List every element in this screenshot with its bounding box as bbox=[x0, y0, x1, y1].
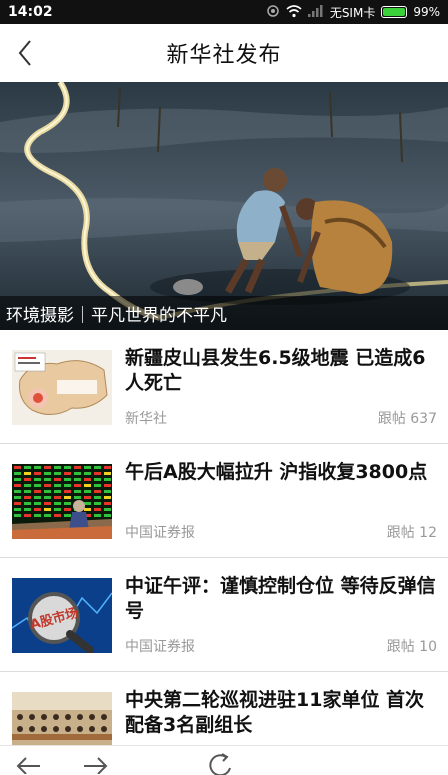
news-source: 中国证券报 bbox=[125, 639, 195, 655]
wifi-icon bbox=[286, 4, 302, 21]
app-header: 新华社发布 bbox=[0, 24, 448, 82]
refresh-icon bbox=[209, 753, 231, 775]
carrier-label: 无SIM卡 bbox=[329, 5, 376, 20]
chevron-left-icon bbox=[18, 40, 31, 66]
news-source: 新华社 bbox=[125, 411, 167, 427]
back-button[interactable] bbox=[8, 36, 42, 70]
news-list: 新疆皮山县发生6.5级地震 已造成6人死亡 新华社 跟帖 637 午后A股大幅拉… bbox=[0, 330, 448, 775]
status-time: 14:02 bbox=[8, 4, 53, 20]
news-source: 中国证券报 bbox=[125, 525, 195, 541]
news-headline: 新疆皮山县发生6.5级地震 已造成6人死亡 bbox=[125, 347, 426, 394]
signal-icon bbox=[307, 4, 324, 20]
news-thumbnail-stock-board bbox=[12, 464, 112, 539]
hero-photo bbox=[0, 82, 448, 330]
forward-arrow-icon bbox=[84, 757, 108, 775]
hero-banner[interactable]: 环境摄影｜平凡世界的不平凡 bbox=[0, 82, 448, 330]
news-thumbnail-market: A股市场 bbox=[12, 578, 112, 653]
status-icons: 无SIM卡 99% bbox=[266, 4, 440, 21]
bottom-toolbar bbox=[0, 745, 448, 775]
page-title: 新华社发布 bbox=[166, 43, 282, 68]
notification-icon bbox=[266, 4, 280, 21]
refresh-button[interactable] bbox=[208, 752, 236, 775]
reply-count[interactable]: 跟帖 10 bbox=[387, 636, 437, 656]
back-arrow-icon bbox=[16, 757, 40, 775]
news-headline: 中央第二轮巡视进驻11家单位 首次配备3名副组长 bbox=[125, 689, 425, 736]
status-bar: 14:02 无SIM卡 99% bbox=[0, 0, 448, 24]
battery-icon bbox=[381, 6, 408, 18]
battery-percent: 99% bbox=[413, 5, 440, 19]
news-headline: 午后A股大幅拉升 沪指收复3800点 bbox=[125, 461, 428, 483]
hero-caption: 环境摄影｜平凡世界的不平凡 bbox=[0, 296, 448, 330]
list-item[interactable]: 午后A股大幅拉升 沪指收复3800点 中国证券报 跟帖 12 bbox=[0, 444, 448, 558]
reply-count[interactable]: 跟帖 637 bbox=[378, 408, 437, 428]
news-headline: 中证午评：谨慎控制仓位 等待反弹信号 bbox=[125, 575, 436, 622]
news-thumbnail-map bbox=[12, 350, 112, 425]
list-item[interactable]: 新疆皮山县发生6.5级地震 已造成6人死亡 新华社 跟帖 637 bbox=[0, 330, 448, 444]
back-nav-button[interactable] bbox=[14, 752, 42, 775]
list-item[interactable]: A股市场 中证午评：谨慎控制仓位 等待反弹信号 中国证券报 跟帖 10 bbox=[0, 558, 448, 672]
reply-count[interactable]: 跟帖 12 bbox=[387, 522, 437, 542]
forward-nav-button[interactable] bbox=[82, 752, 110, 775]
